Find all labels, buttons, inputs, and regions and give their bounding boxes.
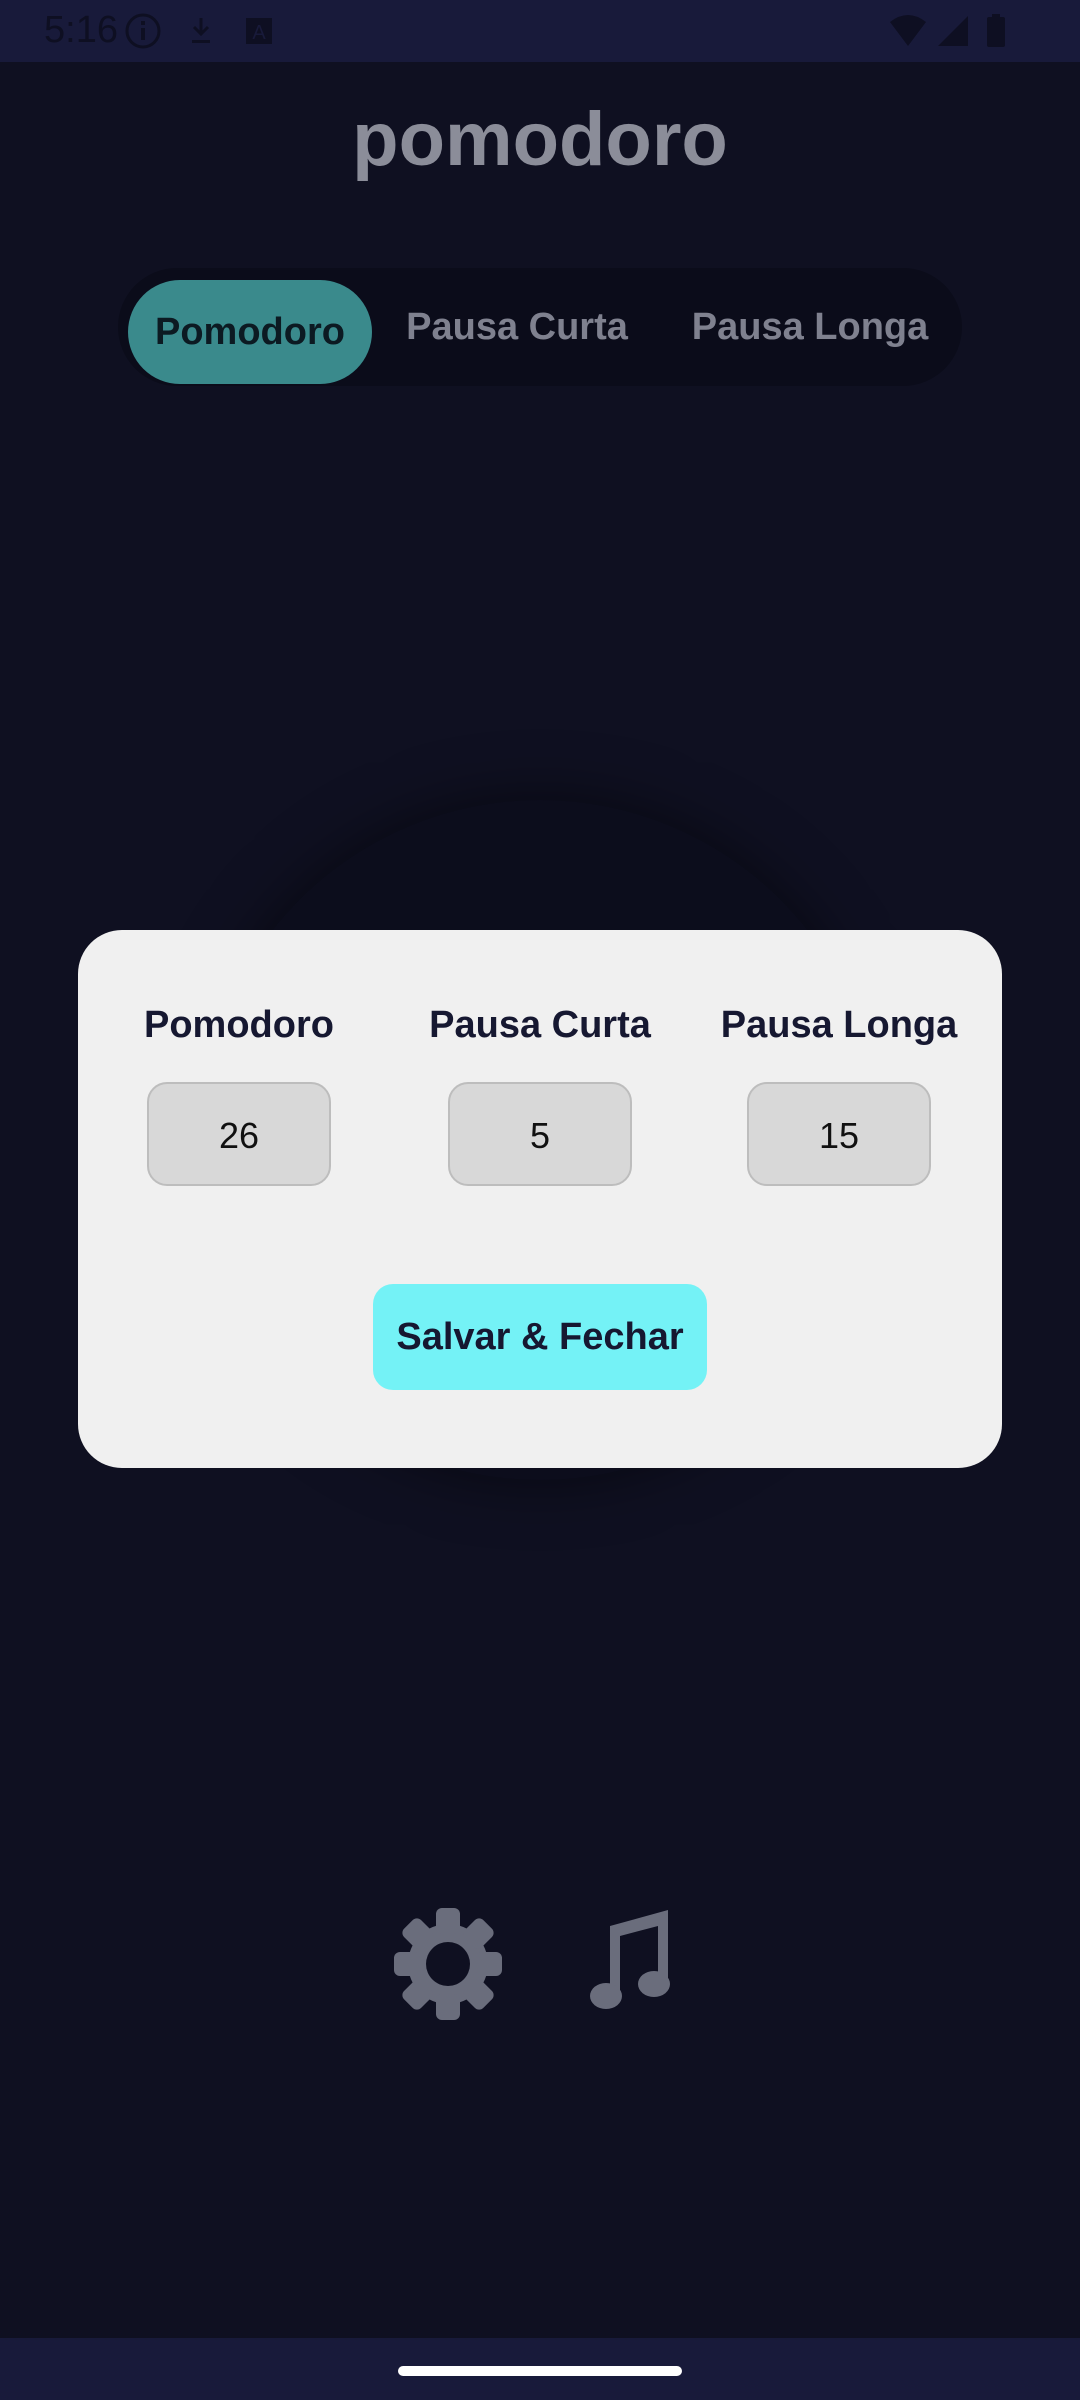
save-close-button[interactable]: Salvar & Fechar <box>373 1284 707 1390</box>
pausa-longa-minutes-input[interactable]: 15 <box>747 1082 931 1186</box>
tab-pausa-curta[interactable]: Pausa Curta <box>386 268 648 386</box>
setting-label-pausa-longa: Pausa Longa <box>720 1004 958 1046</box>
gear-icon[interactable] <box>390 1902 506 2031</box>
setting-pausa-curta: Pausa Curta 5 <box>390 1000 690 1186</box>
mode-tabs: Pomodoro Pausa Curta Pausa Longa <box>118 268 962 386</box>
pomodoro-minutes-input[interactable]: 26 <box>147 1082 331 1186</box>
wifi-icon <box>888 12 928 55</box>
status-time: 5:16 <box>44 9 118 51</box>
app-title: pomodoro <box>352 97 728 182</box>
setting-label-pomodoro: Pomodoro <box>144 1004 334 1046</box>
status-bar: 5:16 A <box>0 0 1080 62</box>
tab-pausa-longa[interactable]: Pausa Longa <box>670 268 950 386</box>
svg-text:A: A <box>252 22 266 44</box>
system-nav-bar <box>0 2338 1080 2400</box>
battery-icon <box>984 12 1008 55</box>
tab-pomodoro[interactable]: Pomodoro <box>128 280 372 384</box>
setting-pausa-longa: Pausa Longa 15 <box>689 1000 989 1186</box>
bottom-actions <box>0 1902 1080 2062</box>
home-gesture-handle[interactable] <box>398 2366 682 2376</box>
download-icon <box>186 12 216 55</box>
music-note-icon[interactable] <box>588 1908 672 2017</box>
settings-modal: Pomodoro 26 Pausa Curta 5 Pausa Longa 15… <box>78 930 1002 1468</box>
pausa-curta-minutes-input[interactable]: 5 <box>448 1082 632 1186</box>
setting-label-pausa-curta: Pausa Curta <box>429 1004 651 1046</box>
signal-icon <box>936 12 970 55</box>
setting-pomodoro: Pomodoro 26 <box>89 1000 389 1186</box>
info-icon <box>124 12 162 55</box>
keyboard-a-icon: A <box>244 12 274 55</box>
